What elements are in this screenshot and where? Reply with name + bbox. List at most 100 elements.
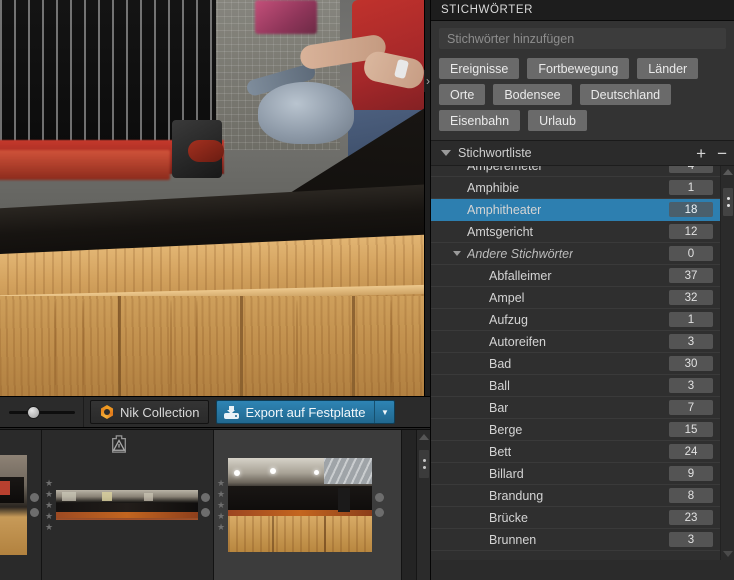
keyword-count-badge[interactable]: 1 bbox=[669, 180, 713, 195]
export-main-area[interactable]: Export auf Festplatte bbox=[217, 401, 374, 423]
filmstrip-dot[interactable] bbox=[374, 508, 384, 517]
keyword-input[interactable] bbox=[439, 28, 726, 49]
keyword-row[interactable]: Brunnen 3 bbox=[431, 529, 721, 551]
keyword-count-badge[interactable]: 15 bbox=[669, 422, 713, 437]
filmstrip-dot[interactable] bbox=[29, 493, 39, 502]
keyword-row[interactable]: Brandung 8 bbox=[431, 485, 721, 507]
keyword-tag[interactable]: Eisenbahn bbox=[439, 110, 521, 131]
filmstrip-item[interactable] bbox=[0, 430, 42, 580]
keyword-row[interactable]: Amtsgericht 12 bbox=[431, 221, 721, 243]
keyword-count-badge[interactable]: 1 bbox=[669, 312, 713, 327]
disclosure-triangle-icon[interactable] bbox=[441, 150, 451, 156]
keyword-row[interactable]: Bad 30 bbox=[431, 353, 721, 375]
star-icon[interactable]: ★ bbox=[217, 478, 225, 488]
keyword-row[interactable]: Berge 15 bbox=[431, 419, 721, 441]
add-keyword-button[interactable]: + bbox=[696, 145, 706, 162]
filmstrip-dot[interactable] bbox=[200, 508, 210, 517]
photo-wood-grain bbox=[390, 300, 392, 396]
keyword-count-badge[interactable]: 37 bbox=[669, 268, 713, 283]
disclosure-triangle-icon[interactable] bbox=[453, 251, 461, 256]
photo-wood-grain bbox=[54, 300, 56, 396]
filmstrip-scroll-grip[interactable] bbox=[419, 450, 429, 478]
keyword-count-badge[interactable]: 3 bbox=[669, 378, 713, 393]
keyword-row[interactable]: Autoreifen 3 bbox=[431, 331, 721, 353]
chevron-down-icon[interactable]: ▼ bbox=[374, 401, 394, 423]
photo-stage[interactable] bbox=[0, 0, 424, 396]
export-label: Export auf Festplatte bbox=[245, 404, 366, 420]
star-icon[interactable]: ★ bbox=[45, 489, 53, 499]
keyword-scroll-grip[interactable] bbox=[723, 188, 733, 216]
filmstrip-item-selected[interactable]: ★ ★ ★ ★ ★ bbox=[214, 430, 402, 580]
keyword-count-badge[interactable]: 24 bbox=[669, 444, 713, 459]
keyword-tag[interactable]: Ereignisse bbox=[439, 58, 520, 79]
keyword-count-badge[interactable]: 3 bbox=[669, 334, 713, 349]
keyword-count-badge[interactable]: 30 bbox=[669, 356, 713, 371]
star-icon[interactable]: ★ bbox=[45, 500, 53, 510]
star-icon[interactable]: ★ bbox=[45, 522, 53, 532]
filmstrip-thumbnail[interactable] bbox=[0, 455, 28, 555]
keyword-row[interactable]: Amperemeter 4 bbox=[431, 166, 721, 177]
keyword-count-badge[interactable]: 0 bbox=[669, 246, 713, 261]
keyword-row[interactable]: Ball 3 bbox=[431, 375, 721, 397]
filmstrip-scrollbar[interactable] bbox=[416, 430, 430, 580]
filmstrip[interactable]: ★ ★ ★ ★ ★ ★ ★ ★ ★ ★ bbox=[0, 429, 430, 580]
filmstrip-rating-stars[interactable]: ★ ★ ★ ★ ★ bbox=[42, 478, 56, 532]
filmstrip-flag-dots[interactable] bbox=[372, 493, 386, 517]
nik-collection-button[interactable]: Nik Collection bbox=[90, 400, 210, 424]
keyword-list-scrollbar[interactable] bbox=[720, 166, 734, 560]
keyword-count-badge[interactable]: 3 bbox=[669, 532, 713, 547]
keyword-tag[interactable]: Orte bbox=[439, 84, 486, 105]
keyword-row[interactable]: Billard 9 bbox=[431, 463, 721, 485]
keyword-tag[interactable]: Fortbewegung bbox=[527, 58, 630, 79]
keyword-count-badge[interactable]: 23 bbox=[669, 510, 713, 525]
keyword-count-badge[interactable]: 18 bbox=[669, 202, 713, 217]
filmstrip-dot[interactable] bbox=[29, 508, 39, 517]
keyword-label: Bar bbox=[489, 400, 509, 415]
keyword-tag[interactable]: Urlaub bbox=[528, 110, 587, 131]
filmstrip-thumbnail[interactable] bbox=[56, 490, 198, 520]
filmstrip-dot[interactable] bbox=[200, 493, 210, 502]
scroll-up-arrow-icon[interactable] bbox=[419, 434, 429, 440]
thumbnail-size-slider[interactable] bbox=[0, 397, 84, 427]
keyword-row[interactable]: Abfalleimer 37 bbox=[431, 265, 721, 287]
keyword-row[interactable]: Brücke 23 bbox=[431, 507, 721, 529]
scroll-up-arrow-icon[interactable] bbox=[723, 169, 733, 175]
keyword-tag[interactable]: Deutschland bbox=[579, 84, 672, 105]
lightroom-library-window: › Nik Collection Export auf Festplatte ▼… bbox=[0, 0, 734, 580]
filmstrip-flag-dots[interactable] bbox=[27, 493, 41, 517]
keyword-count-badge[interactable]: 12 bbox=[669, 224, 713, 239]
remove-keyword-button[interactable]: − bbox=[717, 145, 727, 162]
keyword-count-badge[interactable]: 32 bbox=[669, 290, 713, 305]
photo-pink-object bbox=[255, 0, 317, 34]
keyword-row[interactable]: Bett 24 bbox=[431, 441, 721, 463]
export-to-disk-button[interactable]: Export auf Festplatte ▼ bbox=[216, 400, 396, 424]
keyword-row[interactable]: Andere Stichwörter 0 bbox=[431, 243, 721, 265]
filmstrip-thumbnail[interactable] bbox=[228, 458, 372, 552]
keyword-row[interactable]: Bar 7 bbox=[431, 397, 721, 419]
keyword-tag[interactable]: Bodensee bbox=[493, 84, 572, 105]
star-icon[interactable]: ★ bbox=[45, 511, 53, 521]
filmstrip-warning-badge-icon[interactable] bbox=[110, 434, 128, 454]
filmstrip-rating-stars[interactable]: ★ ★ ★ ★ ★ bbox=[214, 478, 228, 532]
keyword-count-badge[interactable]: 8 bbox=[669, 488, 713, 503]
keyword-count-badge[interactable]: 7 bbox=[669, 400, 713, 415]
star-icon[interactable]: ★ bbox=[45, 478, 53, 488]
slider-track[interactable] bbox=[8, 405, 75, 419]
star-icon[interactable]: ★ bbox=[217, 511, 225, 521]
keyword-row[interactable]: Aufzug 1 bbox=[431, 309, 721, 331]
keyword-count-badge[interactable]: 9 bbox=[669, 466, 713, 481]
star-icon[interactable]: ★ bbox=[217, 489, 225, 499]
star-icon[interactable]: ★ bbox=[217, 522, 225, 532]
keyword-count-badge[interactable]: 4 bbox=[669, 166, 713, 173]
slider-thumb[interactable] bbox=[26, 405, 40, 419]
keyword-row[interactable]: Ampel 32 bbox=[431, 287, 721, 309]
star-icon[interactable]: ★ bbox=[217, 500, 225, 510]
filmstrip-flag-dots[interactable] bbox=[198, 493, 212, 517]
keyword-tag[interactable]: Länder bbox=[637, 58, 699, 79]
scroll-down-arrow-icon[interactable] bbox=[723, 551, 733, 557]
keyword-row-selected[interactable]: Amphitheater 18 bbox=[431, 199, 721, 221]
filmstrip-item[interactable]: ★ ★ ★ ★ ★ bbox=[42, 430, 214, 580]
keyword-list[interactable]: Amperemeter4Amphibie1Amphitheater18Amtsg… bbox=[431, 166, 734, 560]
keyword-row[interactable]: Amphibie 1 bbox=[431, 177, 721, 199]
filmstrip-dot[interactable] bbox=[374, 493, 384, 502]
